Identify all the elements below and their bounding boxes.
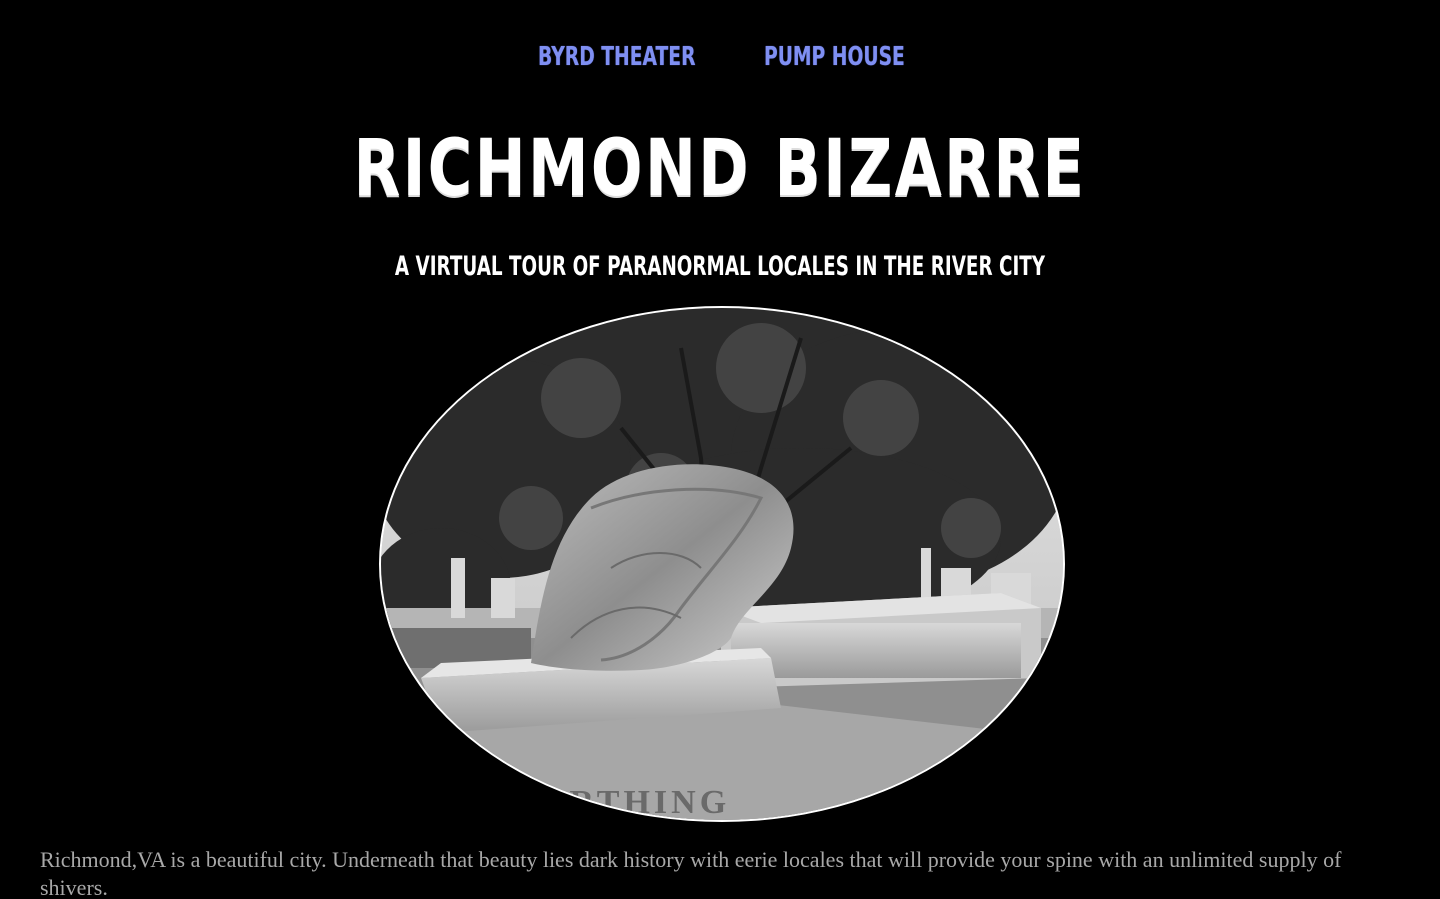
weeping-statue-photo: WORTHING xyxy=(381,308,1063,820)
engraving-text: WORTHING xyxy=(501,784,730,820)
intro-paragraph: Richmond,VA is a beautiful city. Underne… xyxy=(40,847,1342,899)
hero-image: WORTHING xyxy=(379,306,1065,822)
page-title: RICHMOND BIZARRE xyxy=(353,124,1087,214)
page-subtitle: A VIRTUAL TOUR OF PARANORMAL LOCALES IN … xyxy=(394,251,1046,282)
nav-link-pump-house[interactable]: PUMP HOUSE xyxy=(764,42,905,72)
top-nav: BYRD THEATER PUMP HOUSE xyxy=(0,42,1440,82)
nav-link-byrd-theater[interactable]: BYRD THEATER xyxy=(538,42,696,72)
